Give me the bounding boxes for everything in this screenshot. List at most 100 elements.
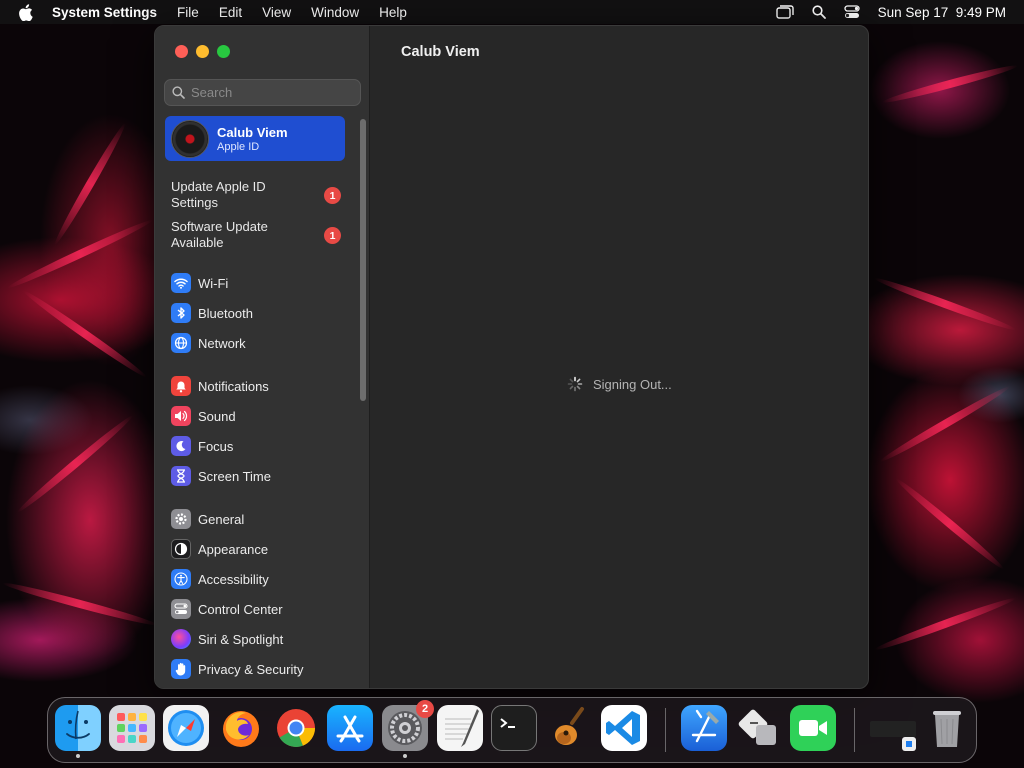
control-center-icon [171,599,191,619]
status-text: Signing Out... [593,376,672,392]
sidebar-item-network[interactable]: Network [171,332,246,354]
dock-safari-icon[interactable] [163,705,209,751]
sidebar-item-control-center[interactable]: Control Center [171,598,283,620]
control-center-icon[interactable] [844,5,860,19]
accessibility-icon [171,569,191,589]
sidebar-item-sound[interactable]: Sound [171,405,236,427]
dock-finder-icon[interactable] [55,705,101,758]
loading-spinner-icon [567,376,583,392]
dock-separator [665,708,666,752]
running-indicator [403,754,407,758]
apple-menu-icon[interactable] [18,3,36,21]
sidebar-item-label: Focus [198,438,234,454]
notifications-icon [171,376,191,396]
dock-firefox-icon[interactable] [218,705,264,751]
siri-icon [171,629,191,649]
dock-app-store-icon[interactable] [327,705,373,751]
menu-window[interactable]: Window [311,5,359,20]
minimize-window-button[interactable] [196,45,209,58]
dock-xcode-icon[interactable] [681,705,727,751]
account-subtitle: Apple ID [217,140,260,153]
wallpaper-leaf [14,412,136,516]
dock-terminal-icon[interactable] [491,705,537,751]
menu-bar-clock[interactable]: Sun Sep 17 9:49 PM [878,5,1006,20]
dock-facetime-icon[interactable] [790,705,836,751]
running-indicator [76,754,80,758]
search-icon [172,86,185,99]
dock-chrome-icon[interactable] [273,705,319,751]
privacy-hand-icon [171,659,191,679]
wallpaper-leaf [873,594,1017,654]
dock-textedit-icon[interactable] [437,705,483,751]
wallpaper-leaf [51,121,129,247]
wallpaper-leaf [893,475,1007,573]
zoom-window-button[interactable] [217,45,230,58]
spotlight-search-icon[interactable] [812,5,826,19]
dock-system-settings-icon[interactable]: 2 [382,700,434,758]
menu-view[interactable]: View [262,5,291,20]
wallpaper-leaf [881,62,1019,106]
notice-label: Update Apple ID Settings [171,179,266,210]
sidebar-item-label: Siri & Spotlight [198,631,284,647]
search-input[interactable] [191,85,351,100]
menu-bar: System Settings File Edit View Window He… [0,0,1024,24]
sidebar-item-label: Wi-Fi [198,275,229,291]
dock: 2 [47,697,977,763]
dock-migration-assistant-icon[interactable] [736,705,782,751]
menu-edit[interactable]: Edit [219,5,242,20]
sidebar-item-label: Control Center [198,601,283,617]
close-window-button[interactable] [175,45,188,58]
apple-id-account-item[interactable]: Calub Viem Apple ID [165,116,345,161]
window-controls [175,45,230,58]
sidebar-item-label: Screen Time [198,468,271,484]
notification-badge: 1 [324,187,341,204]
screen-mirroring-icon[interactable] [775,5,794,19]
sidebar-item-siri-spotlight[interactable]: Siri & Spotlight [171,628,283,650]
dock-vscode-icon[interactable] [601,705,647,751]
dock-badge: 2 [416,700,434,718]
dock-trash-icon[interactable] [924,705,970,751]
wifi-icon [171,273,191,293]
update-apple-id-settings-item[interactable]: Update Apple ID Settings 1 [171,179,341,211]
menu-file[interactable]: File [177,5,199,20]
search-field[interactable] [164,79,361,106]
sidebar-item-label: General [198,511,245,527]
avatar [171,119,209,158]
sidebar-item-label: Bluetooth [198,305,253,321]
sidebar-item-screen-time[interactable]: Screen Time [171,465,271,487]
sidebar-item-general[interactable]: General [171,508,244,530]
wallpaper-leaf [1,579,159,629]
wallpaper-leaf [873,274,1017,334]
sidebar-scrollbar[interactable] [360,119,366,401]
sidebar-item-label: Notifications [198,378,269,394]
dock-garageband-icon[interactable] [546,705,592,751]
sidebar-item-focus[interactable]: Focus [171,435,233,457]
sidebar-item-privacy-security[interactable]: Privacy & Security [171,658,303,680]
software-update-available-item[interactable]: Software Update Available 1 [171,219,341,251]
focus-icon [171,436,191,456]
sidebar-item-wifi[interactable]: Wi-Fi [171,272,228,294]
sidebar-item-label: Network [198,335,246,351]
sidebar-item-bluetooth[interactable]: Bluetooth [171,302,253,324]
notification-badge: 1 [324,227,341,244]
dock-downloads-stack-icon[interactable] [870,705,920,751]
appearance-icon [171,539,191,559]
sidebar-item-label: Privacy & Security [198,661,304,677]
sidebar-item-notifications[interactable]: Notifications [171,375,269,397]
sidebar-item-appearance[interactable]: Appearance [171,538,268,560]
menu-app-name[interactable]: System Settings [52,5,157,20]
sidebar-item-label: Sound [198,408,236,424]
account-name: Calub Viem [217,124,288,140]
wallpaper-leaf [878,383,1012,465]
page-title: Calub Viem [401,44,480,60]
sidebar-item-accessibility[interactable]: Accessibility [171,568,269,590]
system-settings-window: Calub Viem Apple ID Update Apple ID Sett… [154,25,869,689]
screen-time-icon [171,466,191,486]
dock-separator [854,708,855,752]
network-icon [171,333,191,353]
wallpaper-leaf [21,287,149,381]
sound-icon [171,406,191,426]
dock-launchpad-icon[interactable] [109,705,155,751]
bluetooth-icon [171,303,191,323]
menu-help[interactable]: Help [379,5,407,20]
